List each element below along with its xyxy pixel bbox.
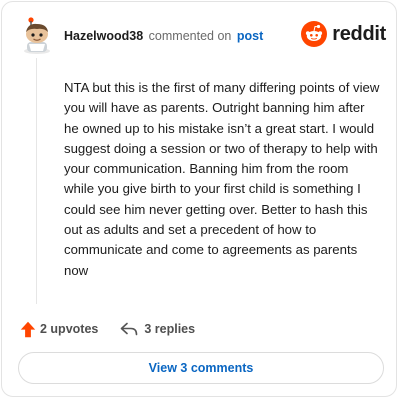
- replies-button[interactable]: 3 replies: [120, 322, 195, 336]
- reddit-brand[interactable]: reddit: [301, 21, 386, 47]
- reddit-wordmark: reddit: [332, 22, 386, 45]
- post-link[interactable]: post: [237, 29, 263, 43]
- action-text: commented on: [148, 29, 232, 43]
- upvote-button[interactable]: 2 upvotes: [20, 321, 98, 338]
- avatar-icon: [24, 17, 50, 54]
- avatar[interactable]: [20, 16, 54, 54]
- comment-header: Hazelwood38 commented on post reddit: [20, 16, 386, 56]
- thread-line: [36, 58, 37, 304]
- comment-actions: 2 upvotes 3 replies: [20, 319, 195, 339]
- username-link[interactable]: Hazelwood38: [64, 29, 143, 43]
- upvote-arrow-icon: [20, 321, 36, 337]
- reddit-logo-icon: [301, 21, 328, 47]
- view-comments-button[interactable]: View 3 comments: [18, 352, 384, 384]
- comment-meta: Hazelwood38 commented on post: [64, 29, 263, 43]
- comment-card: Hazelwood38 commented on post reddit NTA…: [1, 1, 397, 397]
- comment-body: NTA but this is the first of many differ…: [64, 80, 380, 278]
- reply-arrow-icon: [121, 322, 138, 336]
- reply-count: 3 replies: [144, 322, 196, 336]
- view-comments-label: View 3 comments: [148, 361, 254, 375]
- upvote-count: 2 upvotes: [40, 322, 99, 336]
